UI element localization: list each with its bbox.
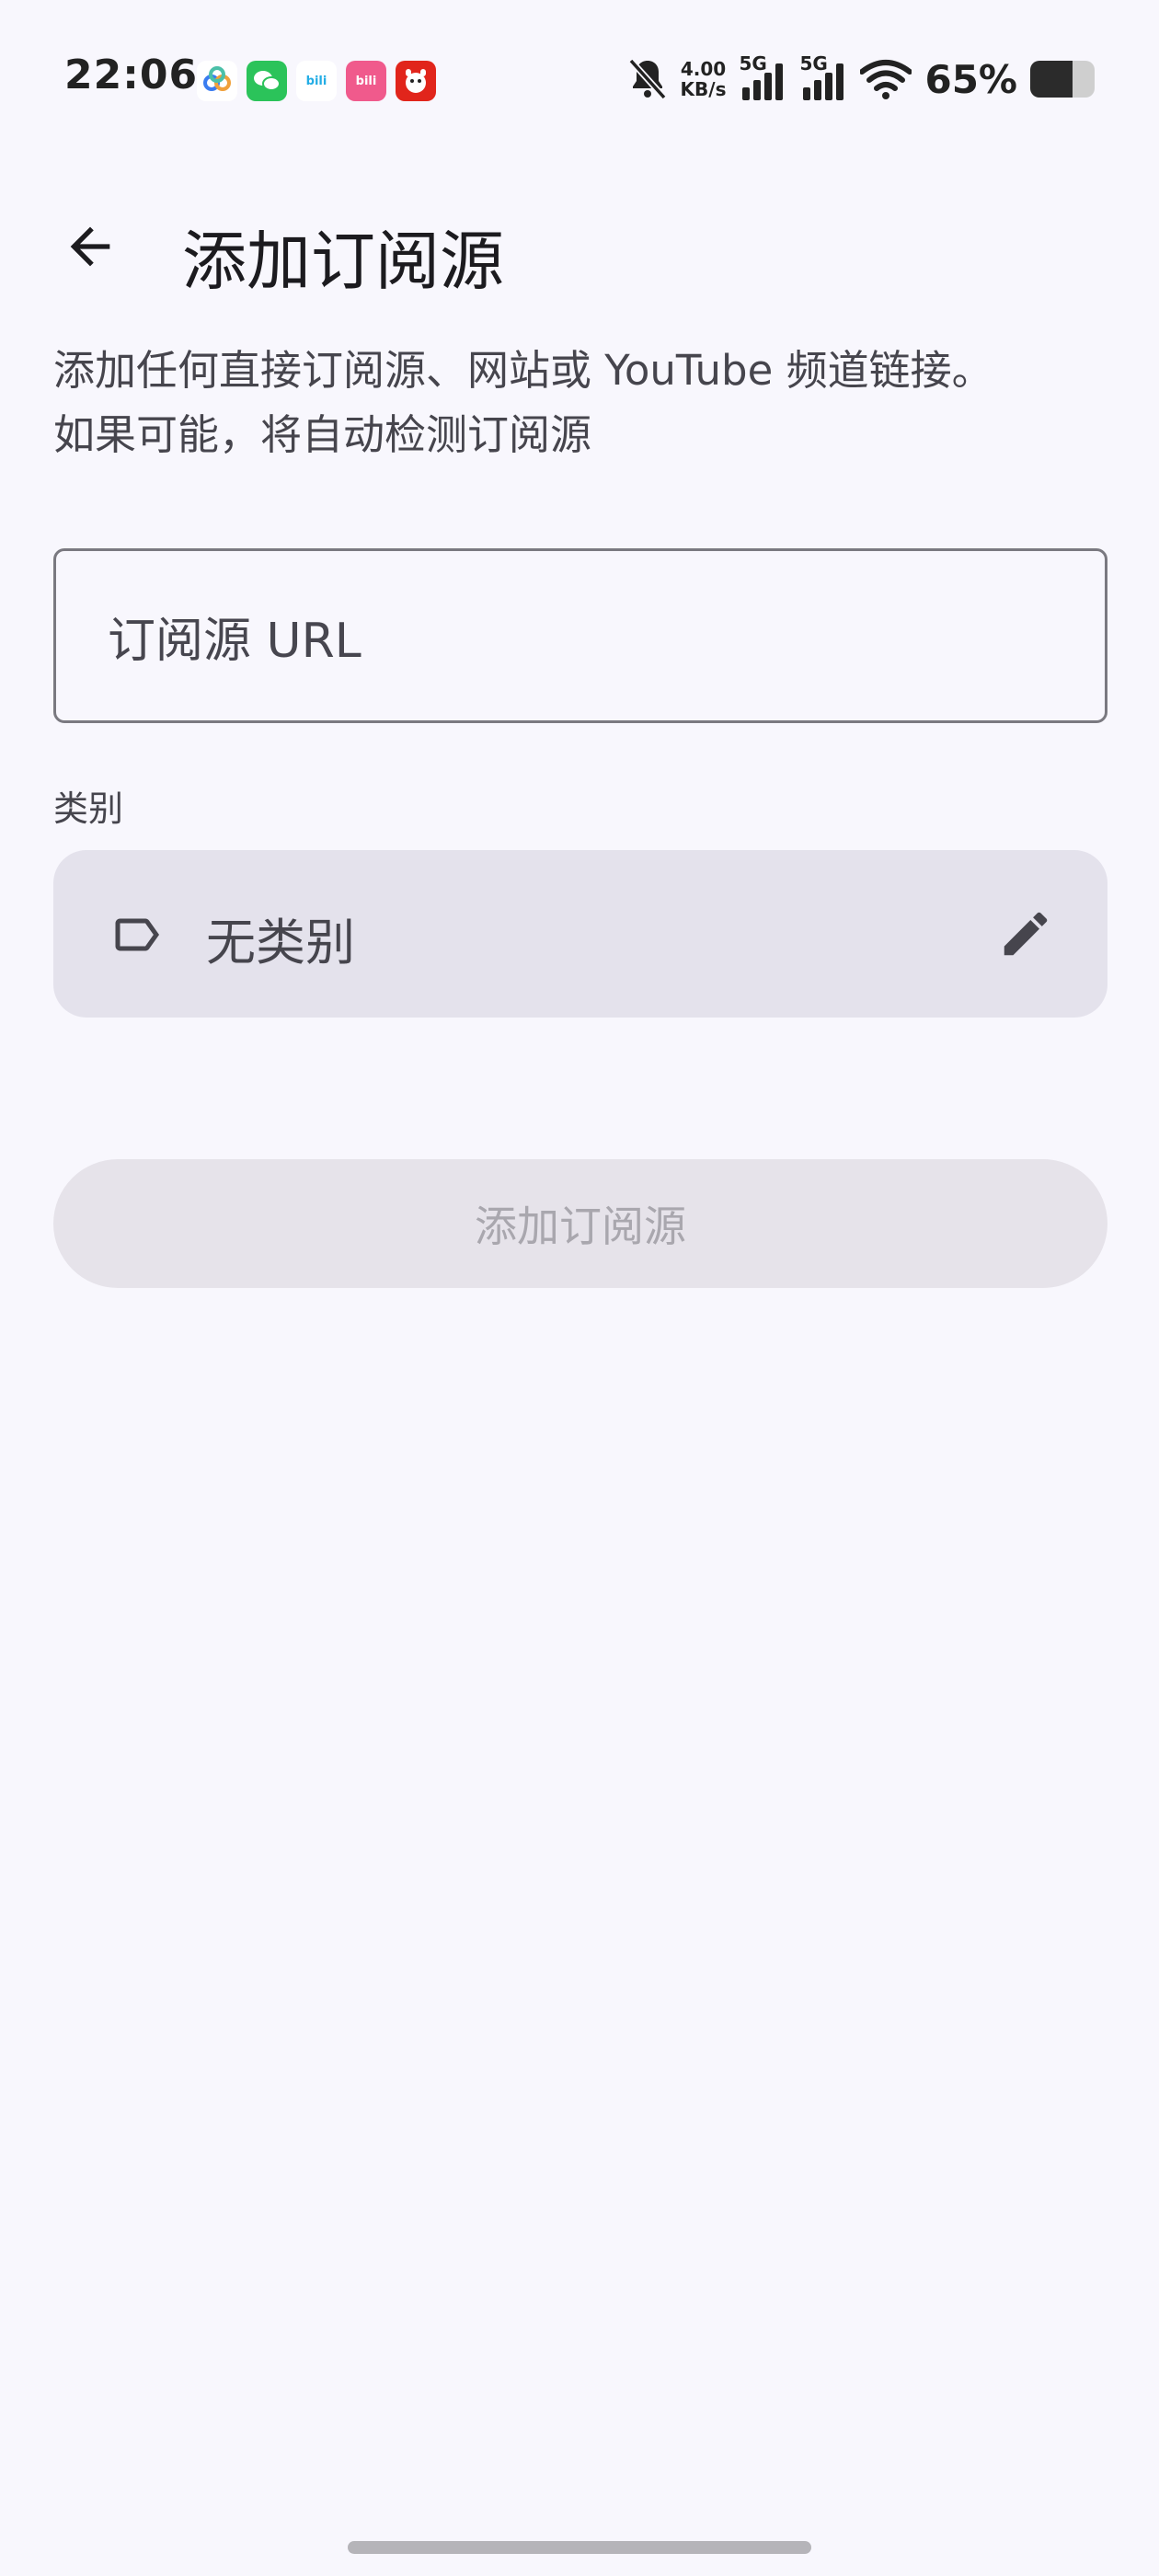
signal-bars-icon bbox=[803, 63, 844, 100]
bilibili-pink-icon: bili bbox=[346, 61, 386, 101]
signal-2: 5G bbox=[799, 52, 847, 102]
feed-url-placeholder: 订阅源 URL bbox=[108, 613, 361, 669]
category-selector[interactable]: 无类别 bbox=[53, 850, 1107, 1018]
status-bar: 22:06 bili bili 4.00 KB/s 5G 5G 65% bbox=[0, 0, 1159, 156]
feed-url-input[interactable]: 订阅源 URL bbox=[53, 548, 1107, 723]
status-time: 22:06 bbox=[64, 52, 199, 98]
wechat-icon bbox=[247, 61, 287, 101]
net-speed-value: 4.00 bbox=[680, 58, 727, 80]
edit-pencil-icon[interactable] bbox=[997, 905, 1054, 962]
net-speed: 4.00 KB/s bbox=[681, 59, 727, 99]
wifi-icon bbox=[860, 60, 912, 99]
category-value: 无类别 bbox=[206, 914, 355, 972]
signal-bars-icon bbox=[742, 63, 784, 100]
battery-percent: 65% bbox=[924, 56, 1017, 102]
description-line-1: 添加任何直接订阅源、网站或 YouTube 频道链接。 bbox=[53, 346, 993, 395]
arrow-back-icon bbox=[70, 226, 110, 267]
jd-icon bbox=[396, 61, 436, 101]
description-line-2: 如果可能，将自动检测订阅源 bbox=[53, 410, 592, 459]
bilibili-icon: bili bbox=[296, 61, 337, 101]
top-app-bar: 添加订阅源 bbox=[0, 184, 1159, 299]
bell-muted-icon bbox=[627, 58, 667, 100]
notification-icons: bili bili bbox=[197, 61, 436, 101]
status-indicators: 4.00 KB/s 5G 5G 65% bbox=[627, 52, 1095, 105]
add-feed-button[interactable]: 添加订阅源 bbox=[53, 1159, 1107, 1288]
category-label: 类别 bbox=[53, 788, 124, 829]
battery-icon bbox=[1030, 61, 1095, 98]
label-tag-icon bbox=[115, 918, 159, 951]
net-speed-unit: KB/s bbox=[680, 78, 727, 100]
battery-fill bbox=[1030, 61, 1073, 98]
page-title: 添加订阅源 bbox=[182, 224, 504, 299]
back-button[interactable] bbox=[46, 202, 134, 291]
baidu-netdisk-icon bbox=[197, 61, 237, 101]
home-indicator[interactable] bbox=[348, 2541, 811, 2554]
signal-1: 5G bbox=[739, 52, 786, 102]
description: 添加任何直接订阅源、网站或 YouTube 频道链接。 如果可能，将自动检测订阅… bbox=[53, 339, 1120, 467]
